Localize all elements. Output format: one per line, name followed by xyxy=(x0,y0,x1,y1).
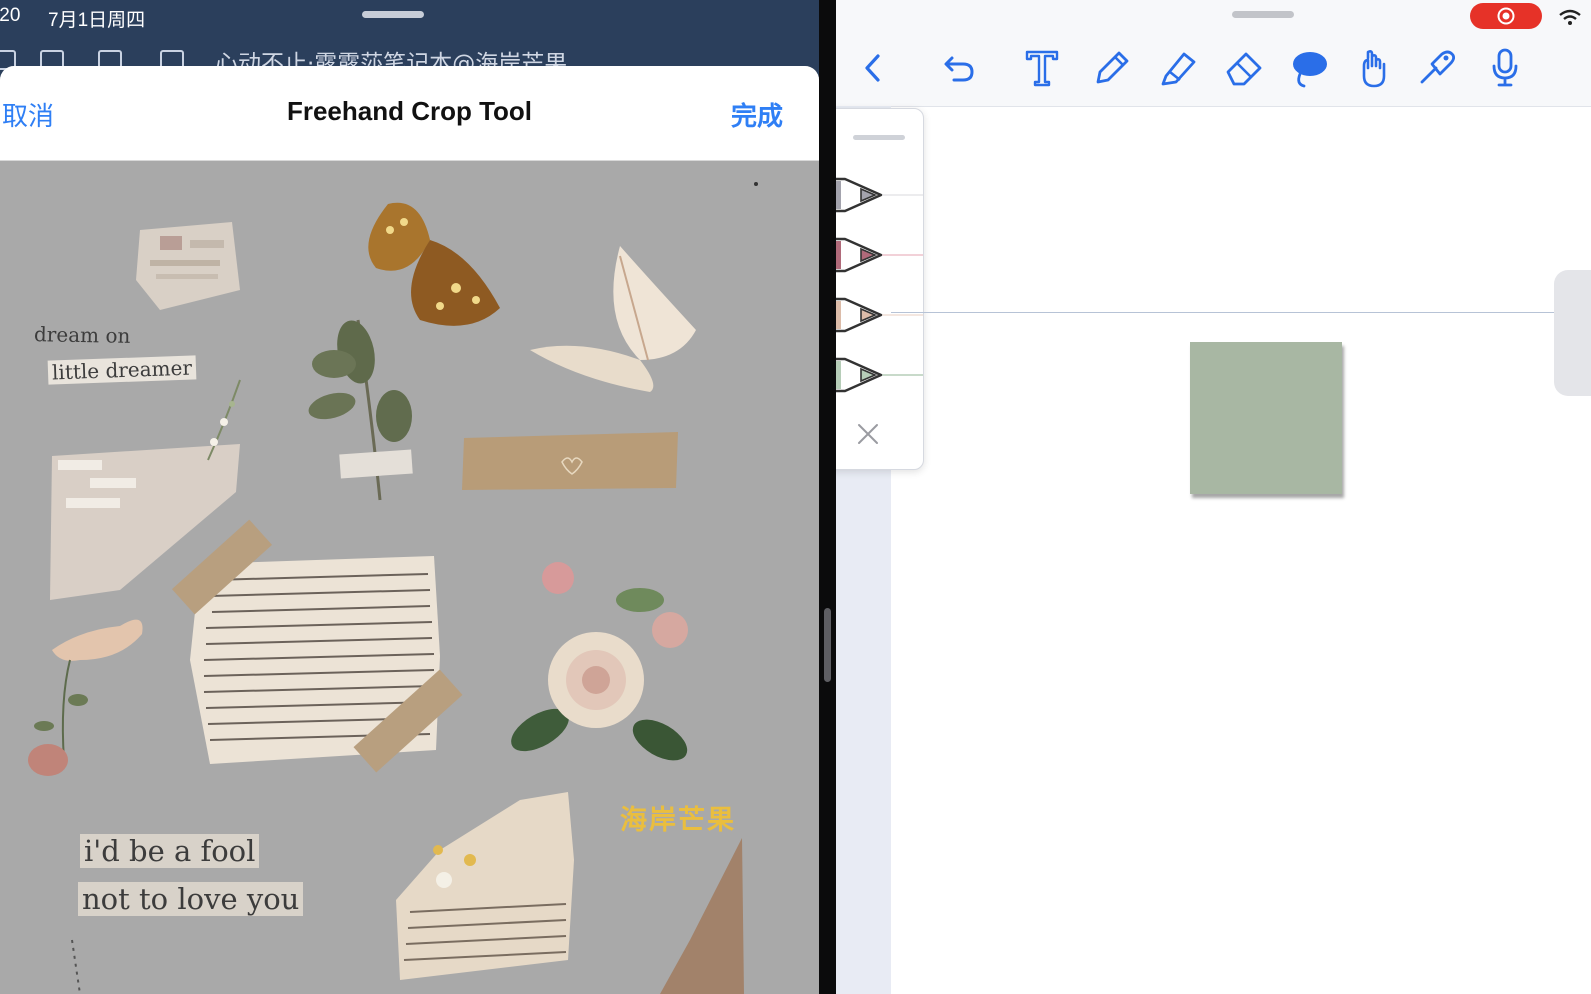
lasso-icon[interactable] xyxy=(1286,44,1332,90)
newspaper-sticker xyxy=(171,519,463,773)
kraft-tape-heart-sticker xyxy=(462,432,678,490)
undo-icon[interactable] xyxy=(936,44,982,90)
highlighter-icon[interactable] xyxy=(1154,44,1200,90)
note-toolbar xyxy=(836,0,1591,107)
collage-image xyxy=(28,182,758,994)
leaf-sprig-sticker xyxy=(308,319,413,501)
left-split-pane: :20 7月1日周四 心动不止·露露莎笔记本@海岸芒果 取消 Freehand … xyxy=(0,0,819,994)
right-split-pane xyxy=(836,0,1591,994)
corner-newsprint-sticker xyxy=(660,838,744,994)
pen-gray[interactable] xyxy=(836,175,923,215)
close-icon[interactable] xyxy=(853,419,883,449)
caption-fool: i'd be a fool xyxy=(80,834,260,868)
text-icon[interactable] xyxy=(1019,44,1065,90)
freehand-crop-sheet: 取消 Freehand Crop Tool 完成 dream on little… xyxy=(0,66,819,994)
laser-pointer-icon[interactable] xyxy=(1414,44,1460,90)
background-notebook-toolbar: 心动不止·露露莎笔记本@海岸芒果 xyxy=(0,36,819,77)
caption-dream-on: dream on xyxy=(33,322,131,348)
pen-peach[interactable] xyxy=(836,295,923,335)
crop-canvas[interactable]: dream on little dreamer i'd be a fool no… xyxy=(0,160,819,994)
page-guide-line xyxy=(891,312,1591,313)
watermark: 海岸芒果 xyxy=(620,805,736,836)
pen-sage[interactable] xyxy=(836,355,923,395)
eraser-icon[interactable] xyxy=(1220,44,1266,90)
torn-paper-flowers-sticker xyxy=(396,792,574,980)
pen-palette-popover xyxy=(836,108,924,470)
sheet-title: Freehand Crop Tool xyxy=(286,96,533,126)
split-view-divider[interactable] xyxy=(819,0,836,994)
multitask-grabber[interactable] xyxy=(362,11,424,18)
split-view-handle[interactable] xyxy=(824,608,831,682)
stray-stem xyxy=(71,939,81,994)
status-date: 7月1日周四 xyxy=(48,10,146,31)
white-butterfly-sticker xyxy=(530,246,696,392)
pen-icon[interactable] xyxy=(1088,44,1134,90)
screen-recording-indicator[interactable] xyxy=(1470,3,1542,29)
canvas-dot xyxy=(754,182,758,186)
record-icon xyxy=(1497,7,1515,25)
status-time: :20 xyxy=(0,5,21,26)
side-pull-tab[interactable] xyxy=(1554,270,1591,396)
paper-scraps-sticker xyxy=(136,222,240,310)
microphone-icon[interactable] xyxy=(1482,44,1528,90)
caption-love-you: not to love you xyxy=(78,882,304,916)
wifi-icon xyxy=(1559,9,1581,25)
hand-gesture-icon[interactable] xyxy=(1350,44,1396,90)
hand-flower-sticker xyxy=(28,619,143,776)
sheet-header: 取消 Freehand Crop Tool 完成 xyxy=(0,66,819,161)
roses-sticker xyxy=(511,562,688,761)
caption-little-dreamer: little dreamer xyxy=(47,355,197,385)
pen-rose[interactable] xyxy=(836,235,923,275)
palette-drag-handle[interactable] xyxy=(853,135,905,140)
sticky-note[interactable] xyxy=(1190,342,1342,494)
back-icon[interactable] xyxy=(850,44,896,90)
multitask-grabber-right[interactable] xyxy=(1232,11,1294,18)
done-button[interactable]: 完成 xyxy=(731,96,783,133)
brown-butterfly-sticker xyxy=(368,202,500,326)
